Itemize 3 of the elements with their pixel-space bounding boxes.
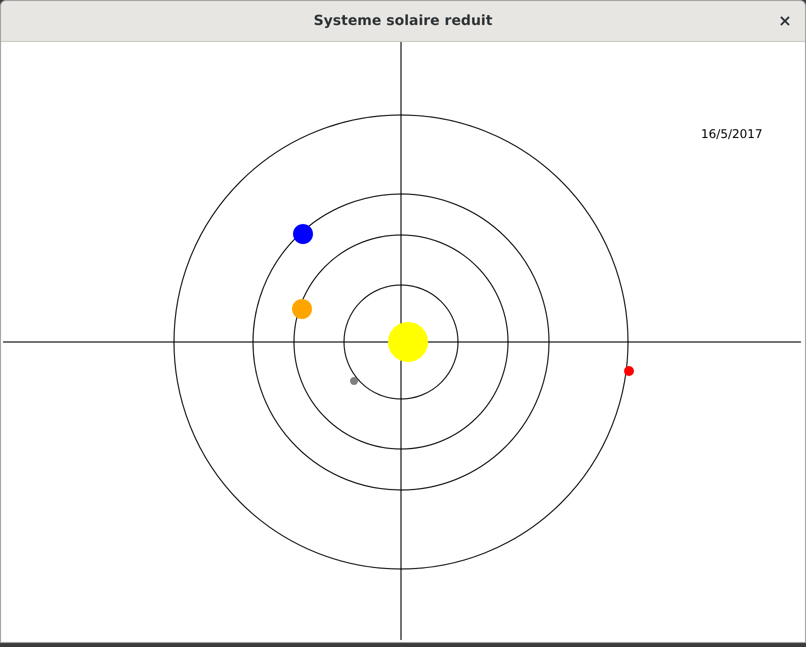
window-title: Systeme solaire reduit bbox=[314, 12, 492, 30]
close-button[interactable]: × bbox=[775, 11, 795, 31]
date-label: 16/5/2017 bbox=[701, 127, 763, 141]
